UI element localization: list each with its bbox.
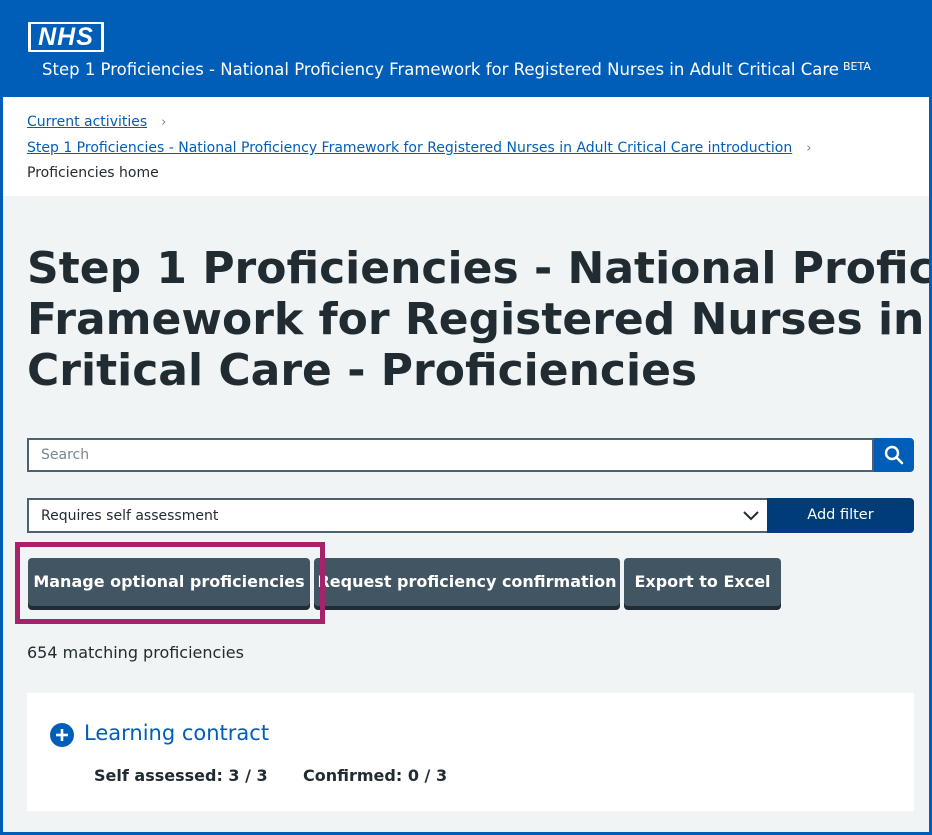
breadcrumb: Current activities › Step 1 Proficiencies… xyxy=(3,97,929,196)
nhs-logo-text: NHS xyxy=(31,24,101,50)
learning-contract-toggle[interactable]: Learning contract xyxy=(84,719,269,747)
self-assessed-count: Self assessed: 3 / 3 xyxy=(94,766,268,785)
chevron-right-icon: › xyxy=(161,115,167,130)
breadcrumb-item-current-activities: Current activities › xyxy=(27,112,166,133)
search-icon xyxy=(884,445,904,465)
search-button[interactable] xyxy=(874,438,914,472)
page-title-line: Critical Care - Proficiencies xyxy=(27,345,698,396)
confirmed-count: Confirmed: 0 / 3 xyxy=(303,766,448,785)
breadcrumb-current-page: Proficiencies home xyxy=(27,165,159,181)
page-title-line: Step 1 Proficiencies - National Proficie… xyxy=(27,243,929,294)
page-title-line: Framework for Registered Nurses in Adult xyxy=(27,294,929,345)
search-input[interactable] xyxy=(27,438,874,472)
chevron-right-icon: › xyxy=(806,141,812,156)
breadcrumb-link-current-activities[interactable]: Current activities xyxy=(27,114,147,130)
service-name-text: Step 1 Proficiencies - National Proficie… xyxy=(42,60,839,79)
site-header: NHS Step 1 Proficiencies - National Prof… xyxy=(3,3,929,97)
service-name[interactable]: Step 1 Proficiencies - National Proficie… xyxy=(42,55,871,82)
app-window: NHS Step 1 Proficiencies - National Prof… xyxy=(0,0,932,835)
breadcrumb-item-introduction: Step 1 Proficiencies - National Proficie… xyxy=(27,138,811,159)
highlight-box xyxy=(15,542,325,624)
learning-contract-section: Learning contract Self assessed: 3 / 3 C… xyxy=(27,693,914,811)
request-proficiency-confirmation-button[interactable]: Request proficiency confirmation xyxy=(314,558,620,606)
beta-tag: BETA xyxy=(842,60,871,73)
add-filter-button[interactable]: Add filter xyxy=(767,498,914,533)
filter-select-value: Requires self assessment xyxy=(41,508,219,524)
filter-select[interactable]: Requires self assessment xyxy=(27,498,767,533)
page-title: Step 1 Proficiencies - National Proficie… xyxy=(27,243,929,396)
breadcrumb-link-introduction[interactable]: Step 1 Proficiencies - National Proficie… xyxy=(27,140,792,156)
plus-circle-icon[interactable] xyxy=(50,723,74,747)
nhs-logo[interactable]: NHS xyxy=(28,22,104,52)
export-to-excel-button[interactable]: Export to Excel xyxy=(624,558,781,606)
results-count: 654 matching proficiencies xyxy=(27,643,244,662)
chevron-down-icon xyxy=(743,511,759,521)
